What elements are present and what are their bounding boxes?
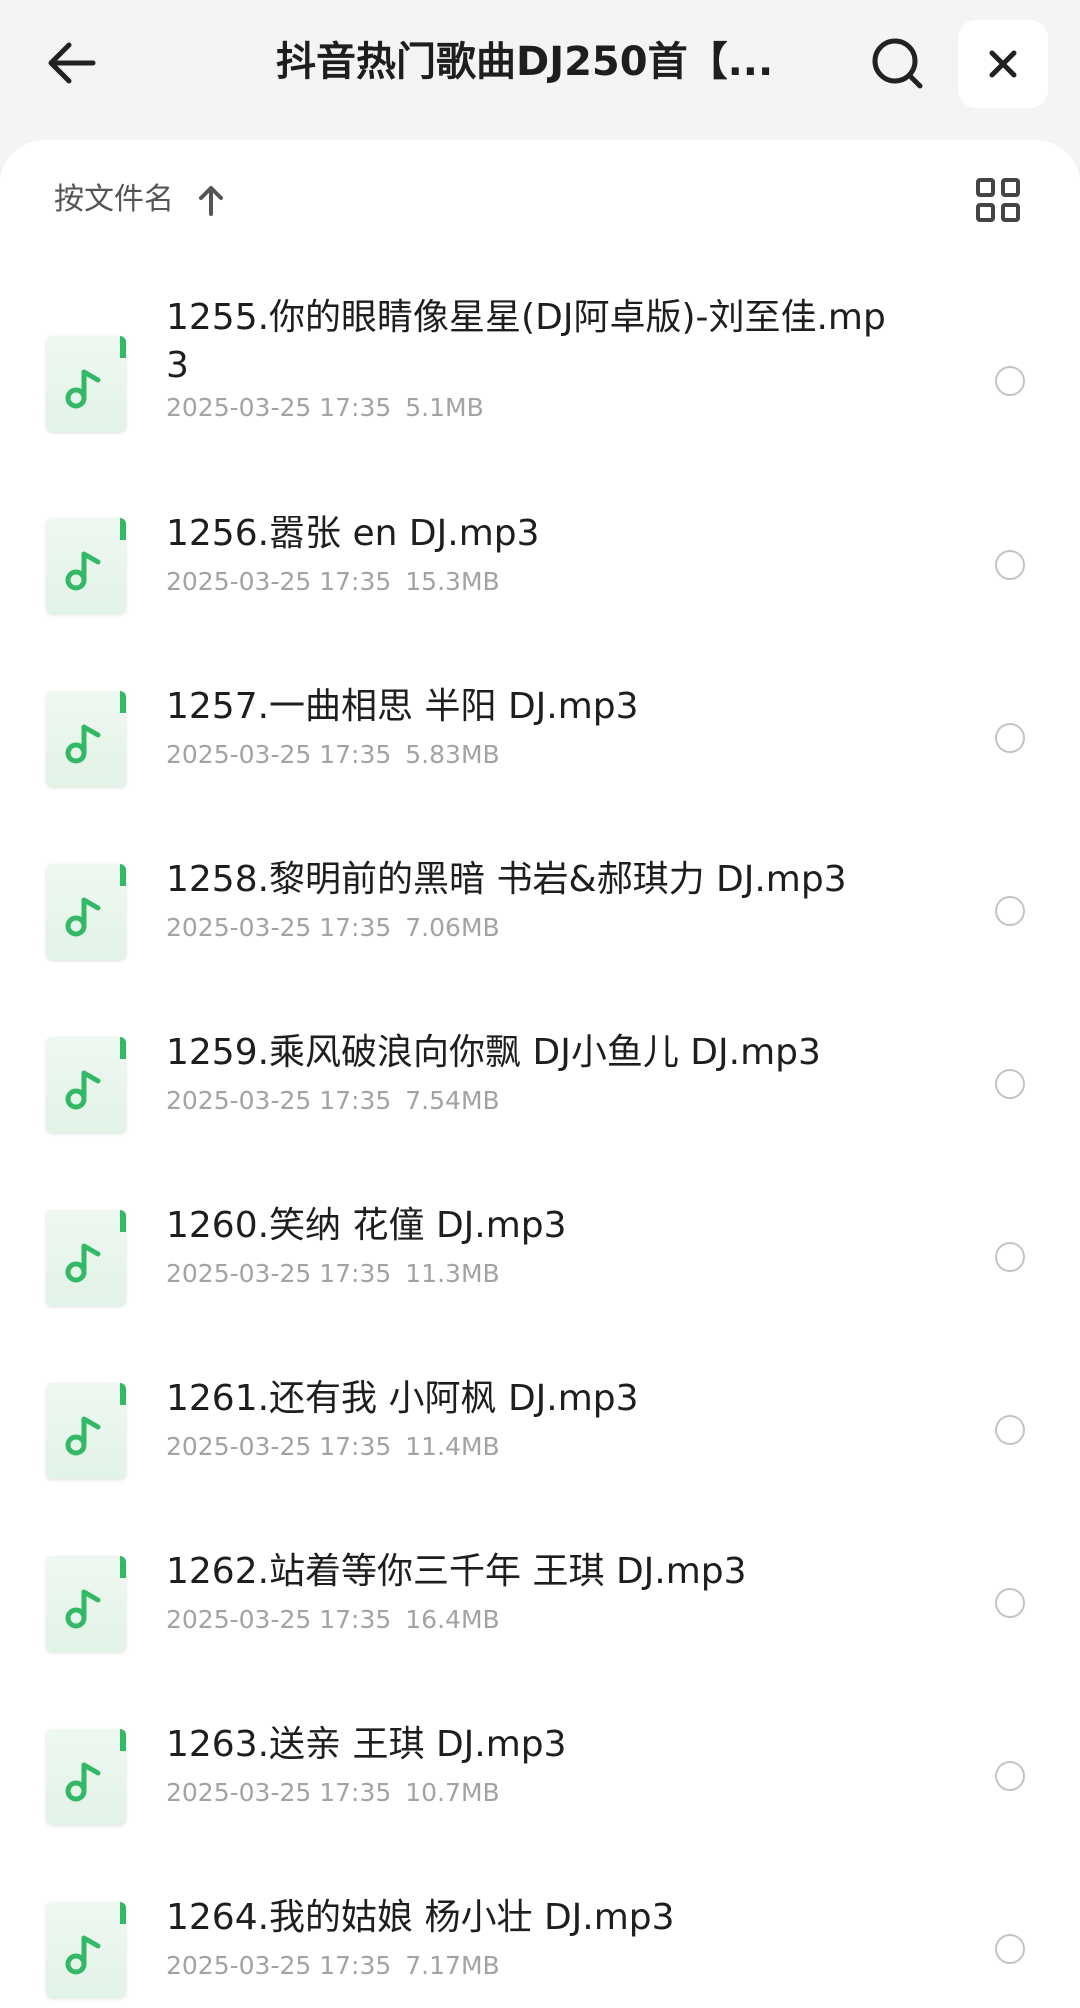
music-file-icon: [46, 518, 126, 614]
list-item[interactable]: 1260.笑纳 花僮 DJ.mp3 2025-03-25 17:35 11.3MB: [0, 1172, 1080, 1345]
file-meta: 2025-03-25 17:35 5.1MB: [166, 392, 484, 424]
music-file-icon: [46, 1556, 126, 1652]
list-item[interactable]: 1255.你的眼睛像星星(DJ阿卓版)-刘至佳.mp3 2025-03-25 1…: [0, 280, 1080, 480]
select-radio[interactable]: [995, 1934, 1025, 1964]
file-size: 5.83MB: [405, 740, 500, 769]
list-item[interactable]: 1264.我的姑娘 杨小壮 DJ.mp3 2025-03-25 17:35 7.1…: [0, 1864, 1080, 2008]
arrow-left-icon: [48, 42, 96, 84]
select-radio[interactable]: [995, 1588, 1025, 1618]
file-meta: 2025-03-25 17:35 11.3MB: [166, 1258, 500, 1290]
select-radio[interactable]: [995, 1069, 1025, 1099]
music-file-icon: [46, 336, 126, 432]
list-item[interactable]: 1261.还有我 小阿枫 DJ.mp3 2025-03-25 17:35 11.4…: [0, 1345, 1080, 1518]
file-name: 1261.还有我 小阿枫 DJ.mp3: [166, 1378, 639, 1419]
file-meta: 2025-03-25 17:35 7.06MB: [166, 912, 500, 944]
file-size: 11.3MB: [405, 1259, 500, 1288]
music-file-icon: [46, 1902, 126, 1998]
list-item[interactable]: 1259.乘风破浪向你飘 DJ小鱼儿 DJ.mp3 2025-03-25 17:…: [0, 999, 1080, 1172]
file-date: 2025-03-25 17:35: [166, 740, 392, 769]
file-size: 11.4MB: [405, 1432, 500, 1461]
file-meta: 2025-03-25 17:35 7.17MB: [166, 1950, 500, 1982]
music-file-icon: [46, 1729, 126, 1825]
file-name: 1262.站着等你三千年 王琪 DJ.mp3: [166, 1551, 747, 1592]
sort-bar: 按文件名: [0, 140, 1080, 260]
file-date: 2025-03-25 17:35: [166, 1605, 392, 1634]
file-date: 2025-03-25 17:35: [166, 1432, 392, 1461]
file-date: 2025-03-25 17:35: [166, 1086, 392, 1115]
grid-view-icon: [976, 178, 1020, 222]
file-date: 2025-03-25 17:35: [166, 393, 392, 422]
file-date: 2025-03-25 17:35: [166, 1951, 392, 1980]
file-size: 7.06MB: [405, 913, 500, 942]
select-radio[interactable]: [995, 366, 1025, 396]
music-file-icon: [46, 1383, 126, 1479]
file-name: 1260.笑纳 花僮 DJ.mp3: [166, 1205, 567, 1246]
list-item[interactable]: 1258.黎明前的黑暗 书岩&郝琪力 DJ.mp3 2025-03-25 17:…: [0, 826, 1080, 999]
search-button[interactable]: [862, 28, 932, 98]
file-meta: 2025-03-25 17:35 15.3MB: [166, 566, 500, 598]
arrow-up-icon: [199, 186, 223, 216]
file-name: 1255.你的眼睛像星星(DJ阿卓版)-刘至佳.mp3: [166, 297, 886, 386]
file-meta: 2025-03-25 17:35 5.83MB: [166, 739, 500, 771]
sort-by-filename-button[interactable]: 按文件名: [54, 180, 174, 220]
close-button[interactable]: [958, 20, 1048, 108]
music-file-icon: [46, 691, 126, 787]
file-size: 5.1MB: [405, 393, 484, 422]
select-radio[interactable]: [995, 1761, 1025, 1791]
music-file-icon: [46, 864, 126, 960]
file-meta: 2025-03-25 17:35 7.54MB: [166, 1085, 500, 1117]
file-date: 2025-03-25 17:35: [166, 567, 392, 596]
file-size: 15.3MB: [405, 567, 500, 596]
file-meta: 2025-03-25 17:35 10.7MB: [166, 1777, 500, 1809]
search-icon: [872, 38, 923, 89]
page-title: 抖音热门歌曲DJ250首【...: [276, 39, 774, 85]
sort-order-button[interactable]: [194, 180, 228, 220]
file-list: 1255.你的眼睛像星星(DJ阿卓版)-刘至佳.mp3 2025-03-25 1…: [0, 280, 1080, 2008]
file-meta: 2025-03-25 17:35 11.4MB: [166, 1431, 500, 1463]
select-radio[interactable]: [995, 1242, 1025, 1272]
music-file-icon: [46, 1037, 126, 1133]
close-icon: [989, 50, 1017, 78]
back-button[interactable]: [36, 28, 106, 98]
file-name: 1256.嚣张 en DJ.mp3: [166, 513, 540, 554]
select-radio[interactable]: [995, 896, 1025, 926]
file-size: 7.17MB: [405, 1951, 500, 1980]
list-item[interactable]: 1257.一曲相思 半阳 DJ.mp3 2025-03-25 17:35 5.83…: [0, 653, 1080, 826]
file-name: 1264.我的姑娘 杨小壮 DJ.mp3: [166, 1897, 675, 1938]
list-item[interactable]: 1262.站着等你三千年 王琪 DJ.mp3 2025-03-25 17:35 1…: [0, 1518, 1080, 1691]
music-file-icon: [46, 1210, 126, 1306]
file-name: 1263.送亲 王琪 DJ.mp3: [166, 1724, 567, 1765]
file-size: 16.4MB: [405, 1605, 500, 1634]
file-name: 1257.一曲相思 半阳 DJ.mp3: [166, 686, 639, 727]
file-list-panel: 按文件名 1255.你的眼睛像星星(DJ阿卓版)-刘至佳.mp3 2025-03…: [0, 140, 1080, 2008]
file-meta: 2025-03-25 17:35 16.4MB: [166, 1604, 500, 1636]
file-name: 1259.乘风破浪向你飘 DJ小鱼儿 DJ.mp3: [166, 1032, 821, 1073]
top-bar: 抖音热门歌曲DJ250首【...: [0, 0, 1080, 140]
file-size: 10.7MB: [405, 1778, 500, 1807]
file-name: 1258.黎明前的黑暗 书岩&郝琪力 DJ.mp3: [166, 859, 847, 900]
select-radio[interactable]: [995, 550, 1025, 580]
file-date: 2025-03-25 17:35: [166, 913, 392, 942]
list-item[interactable]: 1263.送亲 王琪 DJ.mp3 2025-03-25 17:35 10.7MB: [0, 1691, 1080, 1864]
file-date: 2025-03-25 17:35: [166, 1778, 392, 1807]
grid-view-button[interactable]: [974, 176, 1022, 224]
file-size: 7.54MB: [405, 1086, 500, 1115]
select-radio[interactable]: [995, 723, 1025, 753]
list-item[interactable]: 1256.嚣张 en DJ.mp3 2025-03-25 17:35 15.3MB: [0, 480, 1080, 653]
file-date: 2025-03-25 17:35: [166, 1259, 392, 1288]
select-radio[interactable]: [995, 1415, 1025, 1445]
